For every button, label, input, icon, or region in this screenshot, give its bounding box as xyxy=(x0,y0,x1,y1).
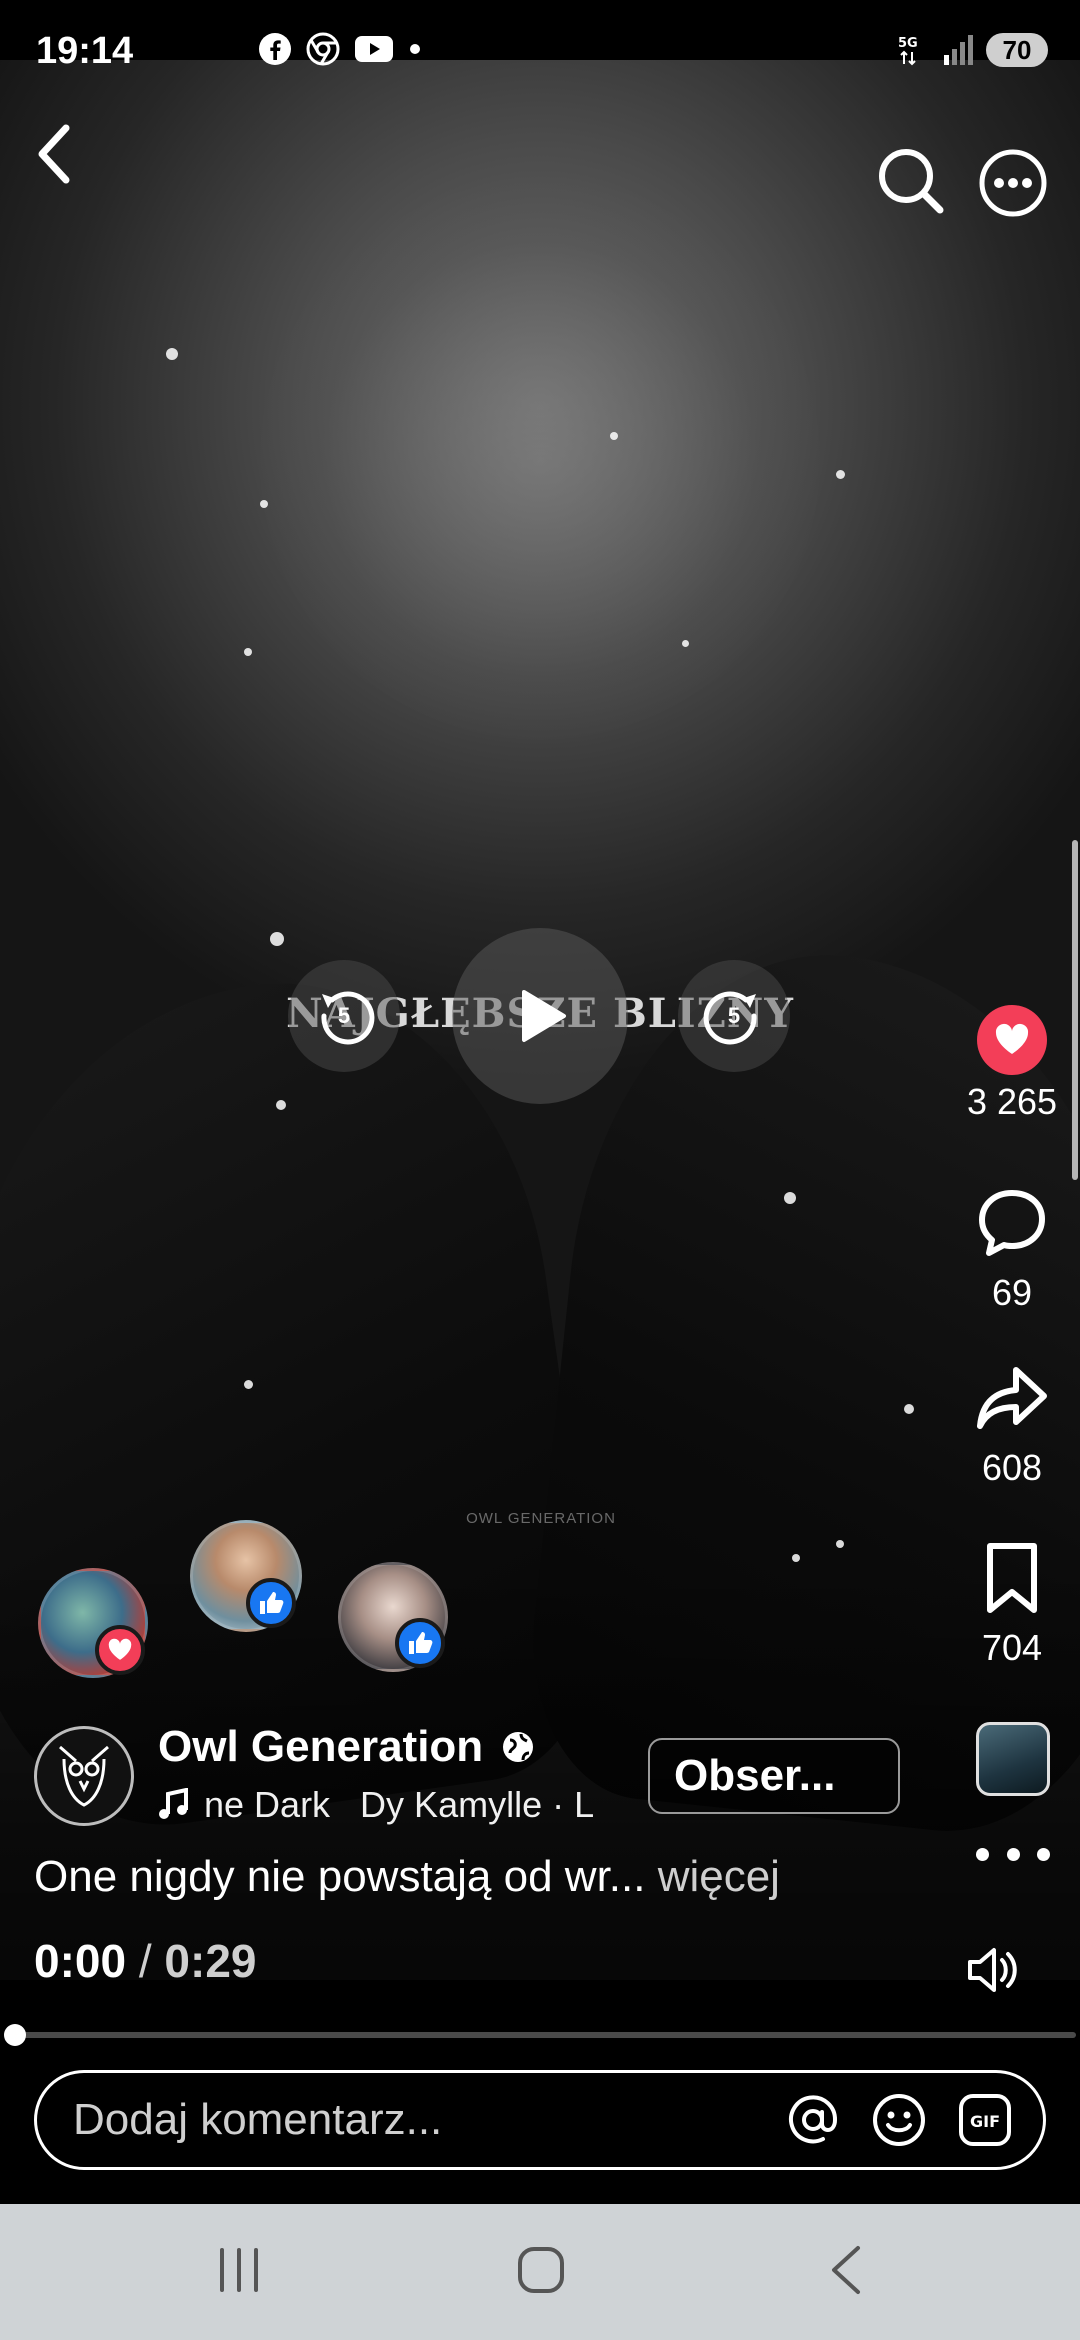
emoji-icon[interactable] xyxy=(871,2092,927,2148)
dust-particle xyxy=(784,1192,796,1204)
like-reaction-icon xyxy=(395,1618,445,1668)
dust-particle xyxy=(276,1100,286,1110)
save-action[interactable]: 704 xyxy=(947,1540,1077,1669)
rewind-seconds: 5 xyxy=(337,1003,351,1028)
caption-text: One nigdy nie powstają od wr... xyxy=(34,1852,646,1901)
svg-text:5G: 5G xyxy=(898,36,918,51)
dot-icon xyxy=(410,44,420,54)
status-right: 5G 70 xyxy=(896,32,1048,68)
like-action[interactable]: 3 265 xyxy=(947,1005,1077,1123)
mention-icon[interactable] xyxy=(785,2092,841,2148)
chrome-icon xyxy=(306,32,340,66)
like-count: 3 265 xyxy=(966,1081,1058,1122)
progress-bar[interactable] xyxy=(16,2032,1076,2038)
author-avatar[interactable] xyxy=(34,1726,134,1826)
battery-indicator: 70 xyxy=(986,33,1048,67)
comment-count: 69 xyxy=(991,1272,1033,1313)
follow-button[interactable]: Obser... xyxy=(648,1738,900,1814)
network-5g-icon: 5G xyxy=(898,36,918,66)
home-icon[interactable] xyxy=(516,2246,566,2294)
youtube-icon xyxy=(355,36,393,62)
gif-icon[interactable]: GIF xyxy=(957,2092,1013,2148)
current-time: 0:00 xyxy=(34,1935,127,1987)
dust-particle xyxy=(904,1404,914,1414)
dust-particle xyxy=(270,932,284,946)
save-count: 704 xyxy=(981,1627,1043,1668)
dust-particle xyxy=(610,432,618,440)
forward-seconds: 5 xyxy=(727,1003,741,1028)
dust-particle xyxy=(260,500,268,508)
volume-icon[interactable] xyxy=(964,1940,1024,2000)
dust-particle xyxy=(166,348,178,360)
play-button[interactable] xyxy=(452,928,628,1104)
like-heart-icon[interactable] xyxy=(977,1005,1047,1075)
status-app-icons xyxy=(258,32,422,66)
video-watermark: OWL GENERATION xyxy=(466,1510,616,1527)
time-separator: / xyxy=(126,1935,165,1987)
comment-action[interactable]: 69 xyxy=(947,1185,1077,1314)
comment-icon[interactable] xyxy=(974,1185,1050,1261)
back-arrow-icon[interactable] xyxy=(30,120,80,190)
signal-icon xyxy=(944,35,973,65)
rewind-5-button[interactable]: 5 xyxy=(288,960,400,1072)
audio-track-label: ne Dark Dy Kamylle · L xyxy=(204,1784,595,1825)
dust-particle xyxy=(836,1540,844,1548)
play-icon xyxy=(522,990,566,1042)
music-note-icon xyxy=(159,1788,188,1819)
total-time: 0:29 xyxy=(164,1935,257,1987)
video-glow xyxy=(260,180,820,740)
audio-track[interactable]: ne Dark Dy Kamylle · L xyxy=(156,1784,594,1826)
dust-particle xyxy=(792,1554,800,1562)
dust-particle xyxy=(244,648,252,656)
svg-text:GIF: GIF xyxy=(970,2112,1000,2131)
author-name-text: Owl Generation xyxy=(158,1722,484,1771)
bookmark-icon[interactable] xyxy=(974,1540,1050,1616)
like-reaction-icon xyxy=(246,1578,296,1628)
comment-placeholder: Dodaj komentarz... xyxy=(73,2095,443,2144)
search-icon[interactable] xyxy=(876,146,946,216)
owl-logo-icon xyxy=(59,1745,109,1807)
more-options-icon[interactable] xyxy=(978,148,1048,218)
recent-apps-icon[interactable] xyxy=(214,2246,264,2294)
rail-more-icon[interactable] xyxy=(976,1844,1050,1864)
share-count: 608 xyxy=(981,1447,1043,1488)
forward-5-button[interactable]: 5 xyxy=(678,960,790,1072)
playback-time: 0:00 / 0:29 xyxy=(34,1934,257,1988)
see-more-link[interactable]: więcej xyxy=(645,1852,780,1901)
facebook-icon xyxy=(259,33,291,65)
dust-particle xyxy=(244,1380,253,1389)
globe-icon xyxy=(503,1732,534,1762)
nav-back-icon[interactable] xyxy=(826,2242,866,2298)
dust-particle xyxy=(682,640,689,647)
audio-thumbnail[interactable] xyxy=(976,1722,1050,1796)
author-name[interactable]: Owl Generation xyxy=(158,1722,535,1772)
status-time: 19:14 xyxy=(36,30,134,72)
progress-thumb[interactable] xyxy=(4,2024,26,2046)
love-reaction-icon xyxy=(95,1625,145,1675)
status-bar: 19:14 5G 70 xyxy=(0,0,1080,72)
post-caption[interactable]: One nigdy nie powstają od wr... więcej xyxy=(34,1852,780,1902)
share-action[interactable]: 608 xyxy=(947,1360,1077,1489)
dust-particle xyxy=(836,470,845,479)
comment-input[interactable]: Dodaj komentarz... GIF xyxy=(34,2070,1046,2170)
comment-tools: GIF xyxy=(785,2092,1013,2148)
share-icon[interactable] xyxy=(974,1360,1050,1436)
